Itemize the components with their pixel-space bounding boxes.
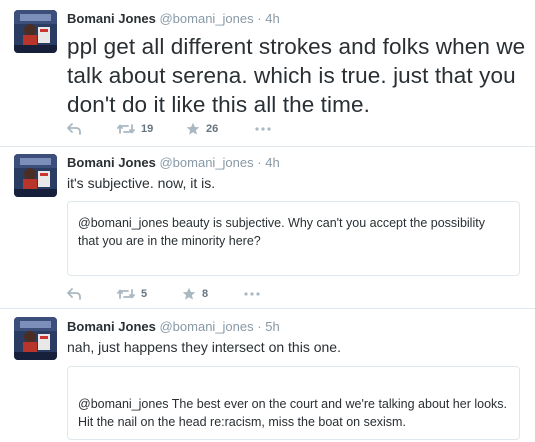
avatar[interactable] [14, 154, 57, 197]
avatar-image [14, 317, 57, 360]
favorite-count: 8 [202, 288, 209, 300]
avatar-image [14, 154, 57, 197]
retweet-icon [117, 289, 135, 299]
tweet-text: ppl get all different strokes and folks … [67, 34, 526, 117]
more-icon [244, 292, 260, 296]
avatar[interactable] [14, 317, 57, 360]
reply-button[interactable] [67, 284, 81, 304]
author-handle[interactable]: @bomani_jones [159, 155, 253, 170]
author-name[interactable]: Bomani Jones [67, 319, 156, 334]
star-icon [186, 122, 200, 135]
author-handle[interactable]: @bomani_jones [159, 319, 253, 334]
tweet-3[interactable]: Bomani Jones @bomani_jones · 5h nah, jus… [0, 309, 535, 442]
quoted-tweet-text: @bomani_jones The best ever on the court… [78, 397, 507, 429]
tweet-text: nah, just happens they intersect on this… [67, 339, 341, 355]
favorite-button[interactable]: 8 [182, 284, 208, 304]
avatar[interactable] [14, 10, 57, 53]
more-button[interactable] [244, 284, 260, 304]
star-icon [182, 287, 196, 300]
favorite-button[interactable]: 26 [186, 119, 218, 139]
author-name[interactable]: Bomani Jones [67, 155, 156, 170]
author-handle[interactable]: @bomani_jones [159, 11, 253, 26]
separator: · [257, 319, 262, 334]
avatar-image [14, 10, 57, 53]
timestamp[interactable]: 4h [265, 155, 279, 170]
timestamp[interactable]: 4h [265, 11, 279, 26]
quoted-tweet[interactable]: @bomani_jones The best ever on the court… [67, 366, 520, 440]
more-button[interactable] [255, 119, 271, 139]
tweet-actions: 19 26 [67, 119, 527, 139]
tweet-1[interactable]: Bomani Jones @bomani_jones · 4h ppl get … [0, 0, 535, 146]
tweet-actions: 5 8 [67, 284, 527, 304]
timestamp[interactable]: 5h [265, 319, 279, 334]
tweet-2[interactable]: Bomani Jones @bomani_jones · 4h it's sub… [0, 147, 535, 308]
separator: · [257, 155, 262, 170]
quoted-tweet[interactable]: @bomani_jones beauty is subjective. Why … [67, 201, 520, 276]
tweet-header: Bomani Jones @bomani_jones · 5h [67, 319, 280, 335]
author-name[interactable]: Bomani Jones [67, 11, 156, 26]
reply-icon [67, 123, 81, 135]
reply-button[interactable] [67, 119, 81, 139]
retweet-button[interactable]: 19 [117, 119, 153, 139]
quoted-tweet-text: @bomani_jones beauty is subjective. Why … [78, 216, 485, 248]
retweet-count: 19 [141, 123, 154, 135]
separator: · [257, 11, 262, 26]
more-icon [255, 127, 271, 131]
tweet-text: it's subjective. now, it is. [67, 175, 216, 191]
tweet-header: Bomani Jones @bomani_jones · 4h [67, 155, 280, 171]
favorite-count: 26 [206, 123, 219, 135]
retweet-icon [117, 124, 135, 134]
reply-icon [67, 288, 81, 300]
retweet-count: 5 [141, 288, 148, 300]
retweet-button[interactable]: 5 [117, 284, 147, 304]
tweet-header: Bomani Jones @bomani_jones · 4h [67, 11, 280, 27]
